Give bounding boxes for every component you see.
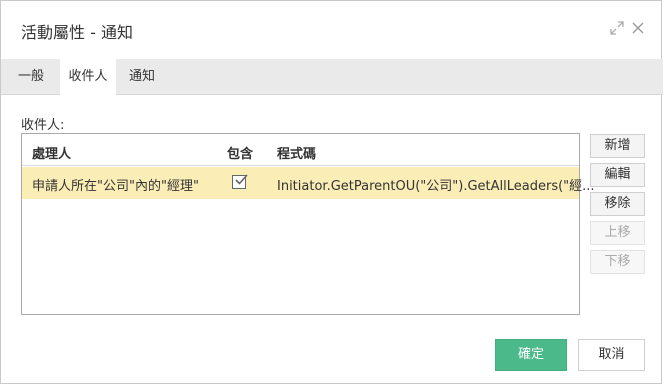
recipients-label: 收件人: [21,118,65,133]
table-row[interactable]: 申請人所在"公司"內的"經理" Initiator.GetParentOU("公… [22,167,595,199]
tab-recipients[interactable]: 收件人 [60,59,116,95]
cell-handler: 申請人所在"公司"內的"經理" [32,179,199,194]
include-checkbox[interactable] [232,174,248,189]
recipients-list[interactable]: 處理人 包含 程式碼 申請人所在"公司"內的"經理" Initiator.Get… [21,133,595,315]
cancel-button[interactable]: 取消 [578,339,645,371]
edit-button[interactable]: 編輯 [590,163,645,187]
remove-button[interactable]: 移除 [590,192,645,216]
close-icon[interactable] [629,19,647,37]
title-bar: 活動屬性 - 通知 [1,1,663,57]
dialog-title: 活動屬性 - 通知 [21,23,133,42]
ok-button[interactable]: 確定 [495,339,567,371]
checkmark-icon [235,174,248,185]
list-header: 處理人 包含 程式碼 [22,134,579,166]
move-down-button[interactable]: 下移 [590,250,645,274]
dialog: 活動屬性 - 通知 一般 收件人 通知 收件人: 處理人 包含 程式碼 申請人所… [0,0,663,384]
tab-notify[interactable]: 通知 [121,59,163,95]
column-include[interactable]: 包含 [227,143,253,162]
move-up-button[interactable]: 上移 [590,221,645,245]
column-handler[interactable]: 處理人 [32,143,71,162]
cell-code: Initiator.GetParentOU("公司").GetAllLeader… [277,179,595,194]
column-code[interactable]: 程式碼 [277,143,316,162]
add-button[interactable]: 新增 [590,134,645,158]
tab-general[interactable]: 一般 [9,59,53,95]
expand-arrows-icon[interactable] [608,19,626,37]
tab-bar: 一般 收件人 通知 [1,59,663,95]
